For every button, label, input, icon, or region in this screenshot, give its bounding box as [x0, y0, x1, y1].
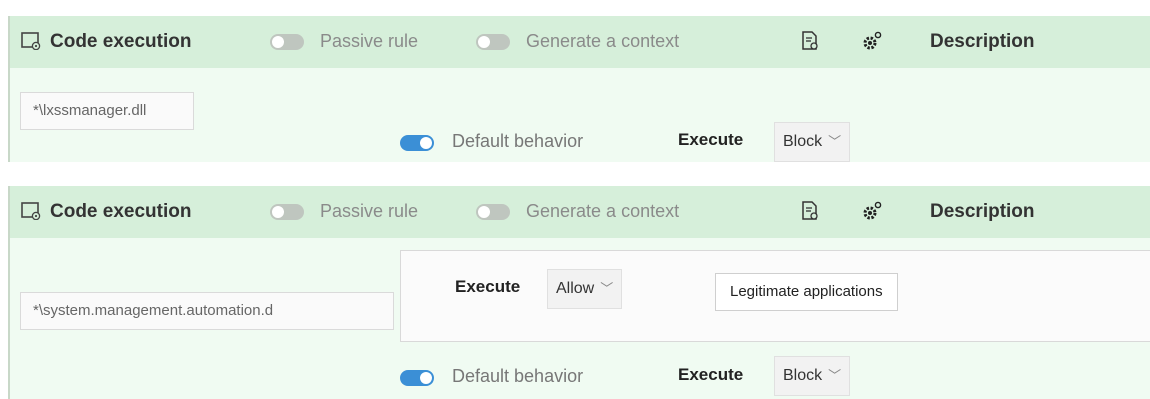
passive-rule-toggle[interactable] [270, 204, 304, 220]
default-behavior-label: Default behavior [452, 366, 584, 386]
generate-context-toggle[interactable] [476, 204, 510, 220]
exception-action-value: Allow [556, 280, 595, 297]
target-path-input[interactable]: *\system.management.automation.d [20, 292, 394, 330]
document-settings-icon[interactable] [800, 201, 820, 221]
default-action-select[interactable]: Block ﹀ [774, 122, 851, 162]
exception-execute-label: Execute [455, 277, 521, 296]
default-action-value: Block [783, 367, 823, 384]
exception-panel: Execute Allow ﹀ Legitimate applications [400, 250, 1150, 342]
gears-icon[interactable] [862, 31, 882, 51]
passive-rule-label: Passive rule [320, 31, 419, 51]
default-behavior-toggle[interactable] [400, 135, 434, 151]
code-execution-icon [21, 32, 41, 50]
legitimate-applications-button[interactable]: Legitimate applications [715, 273, 898, 311]
chevron-down-icon: ﹀ [828, 134, 842, 149]
execute-label: Execute [678, 365, 744, 384]
passive-rule-label: Passive rule [320, 201, 419, 221]
exception-action-select[interactable]: Allow ﹀ [547, 269, 623, 309]
generate-context-label: Generate a context [526, 31, 680, 51]
code-execution-icon [21, 202, 41, 220]
default-action-select[interactable]: Block ﹀ [774, 356, 851, 396]
default-action-value: Block [783, 133, 823, 150]
generate-context-label: Generate a context [526, 201, 680, 221]
rule-type-label: Code execution [50, 31, 192, 52]
passive-rule-toggle[interactable] [270, 34, 304, 50]
rule-header: Code execution Passive rule Generate a c… [10, 186, 1150, 238]
generate-context-toggle[interactable] [476, 34, 510, 50]
rule-card-2: Code execution Passive rule Generate a c… [8, 186, 1150, 399]
rule-card-1: Code execution Passive rule Generate a c… [8, 16, 1150, 162]
cropped-top-row [0, 0, 1150, 10]
rule-type-label: Code execution [50, 201, 192, 222]
default-behavior-label: Default behavior [452, 131, 584, 151]
description-link[interactable]: Description [930, 201, 1035, 223]
target-path-input[interactable]: *\lxssmanager.dll [20, 92, 194, 130]
chevron-down-icon: ﹀ [600, 281, 614, 296]
default-behavior-toggle[interactable] [400, 370, 434, 386]
execute-label: Execute [678, 130, 744, 149]
rule-header: Code execution Passive rule Generate a c… [10, 16, 1150, 68]
rule-body: *\lxssmanager.dll Default behavior Execu… [10, 68, 1150, 162]
chevron-down-icon: ﹀ [828, 368, 842, 383]
description-link[interactable]: Description [930, 31, 1035, 53]
document-settings-icon[interactable] [800, 31, 820, 51]
gears-icon[interactable] [862, 201, 882, 221]
